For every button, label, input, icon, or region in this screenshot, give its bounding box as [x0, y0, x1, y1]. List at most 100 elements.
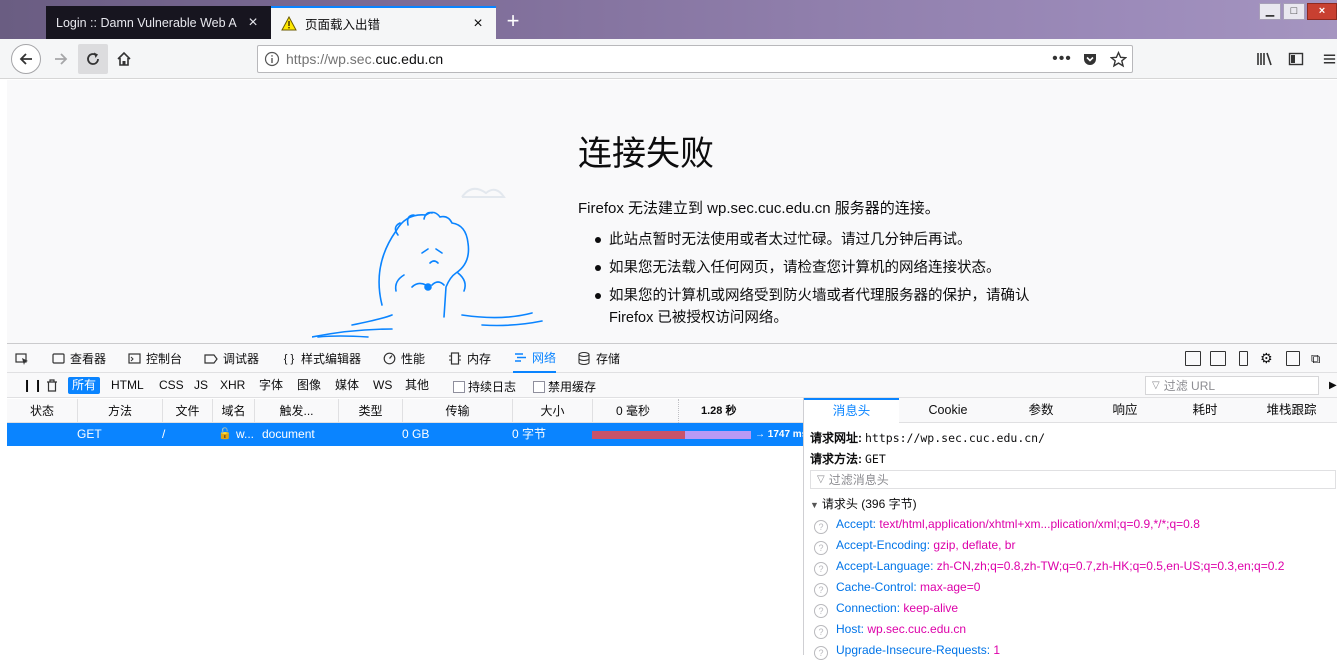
filter-other[interactable]: 其他	[401, 377, 433, 394]
dock-mode-icon[interactable]	[1185, 351, 1201, 366]
tab-params[interactable]: 参数	[997, 398, 1085, 423]
chevron-down-icon: ▼	[810, 500, 819, 510]
persist-logs-checkbox[interactable]: 持续日志	[453, 378, 516, 395]
col-file[interactable]: 文件	[163, 399, 213, 423]
filter-funnel-icon: ▽	[1152, 380, 1160, 391]
header-line: ? Upgrade-Insecure-Requests: 1	[814, 643, 1000, 660]
tab-network[interactable]: 网络	[513, 344, 557, 373]
header-line: ? Connection: keep-alive	[814, 601, 958, 618]
tab-storage[interactable]: 存储	[577, 344, 620, 373]
request-details-panel: 消息头 Cookie 参数 响应 耗时 堆栈跟踪 请求网址: https://wp…	[803, 398, 1337, 660]
close-window-button[interactable]: ×	[1307, 3, 1337, 20]
dock-side-icon[interactable]	[1286, 351, 1300, 366]
memory-icon	[448, 352, 462, 366]
home-button[interactable]	[109, 44, 139, 74]
waterfall-connect-bar	[685, 431, 751, 439]
tab-timings[interactable]: 耗时	[1165, 398, 1245, 423]
help-icon: ?	[814, 625, 828, 639]
col-method[interactable]: 方法	[78, 399, 163, 423]
row-transferred: 0 GB	[402, 427, 430, 441]
tab-stack-trace[interactable]: 堆栈跟踪	[1245, 398, 1337, 423]
library-button[interactable]	[1250, 44, 1280, 74]
toggle-details-icon[interactable]: ▶	[1325, 377, 1337, 394]
new-tab-button[interactable]: +	[502, 10, 524, 34]
filter-funnel-icon: ▽	[817, 474, 825, 485]
col-transferred[interactable]: 传输	[403, 399, 513, 423]
filter-images[interactable]: 图像	[293, 377, 325, 394]
header-line: ? Cache-Control: max-age=0	[814, 580, 980, 597]
tab-dvwa-login[interactable]: Login :: Damn Vulnerable Web A ×	[46, 6, 271, 39]
forward-button[interactable]	[46, 44, 76, 74]
help-icon: ?	[814, 520, 828, 534]
disable-cache-checkbox[interactable]: 禁用缓存	[533, 378, 596, 395]
url-filter-input[interactable]: ▽ 过滤 URL	[1145, 376, 1319, 395]
tab-debugger[interactable]: 调试器	[204, 344, 259, 373]
dinosaur-illustration	[312, 187, 543, 338]
tab-inspector[interactable]: 查看器	[51, 344, 106, 373]
col-cause[interactable]: 触发...	[255, 399, 339, 423]
bookmark-star-icon[interactable]	[1104, 46, 1132, 72]
col-domain[interactable]: 域名	[213, 399, 255, 423]
debugger-icon	[204, 352, 218, 366]
info-icon[interactable]	[258, 51, 286, 67]
col-type[interactable]: 类型	[339, 399, 403, 423]
tab-performance[interactable]: 性能	[382, 344, 425, 373]
minimize-button[interactable]: ▁	[1259, 3, 1281, 20]
col-status[interactable]: 状态	[7, 399, 78, 423]
filter-media[interactable]: 媒体	[331, 377, 363, 394]
filter-fonts[interactable]: 字体	[255, 377, 287, 394]
col-waterfall-mark[interactable]: 1.28 秒	[679, 399, 803, 423]
clear-trash-icon[interactable]	[42, 377, 62, 394]
responsive-design-icon[interactable]	[1239, 351, 1248, 366]
filter-css[interactable]: CSS	[155, 377, 188, 394]
close-tab-icon[interactable]: ×	[245, 14, 261, 31]
header-filter-input[interactable]: ▽ 过滤消息头	[810, 470, 1336, 489]
filter-js[interactable]: JS	[190, 377, 212, 394]
header-line: ? Accept-Encoding: gzip, deflate, br	[814, 538, 1015, 555]
list-item: 此站点暂时无法使用或者太过忙碌。请过几分钟后再试。	[578, 229, 1048, 251]
tab-title: Login :: Damn Vulnerable Web A	[56, 15, 237, 30]
tab-style-editor[interactable]: { } 样式编辑器	[282, 344, 361, 373]
warning-icon	[281, 15, 297, 30]
inspector-icon	[51, 352, 65, 366]
url-text[interactable]: https://wp.sec.cuc.edu.cn	[286, 51, 1048, 67]
settings-gear-icon[interactable]: ⚙	[1260, 344, 1273, 373]
reload-button[interactable]	[78, 44, 108, 74]
tab-cookie[interactable]: Cookie	[899, 398, 997, 423]
tab-headers[interactable]: 消息头	[804, 398, 899, 423]
back-button[interactable]	[11, 44, 41, 74]
page-actions-icon[interactable]: •••	[1048, 46, 1076, 72]
maximize-button[interactable]: □	[1283, 3, 1305, 20]
tab-memory[interactable]: 内存	[448, 344, 491, 373]
tab-console[interactable]: 控制台	[127, 344, 182, 373]
table-row[interactable]: GET / 🔓 w... document 0 GB 0 字节 → 1747 m…	[7, 423, 803, 446]
close-tab-icon[interactable]: ×	[470, 15, 486, 32]
popout-window-icon[interactable]: ⧉	[1311, 344, 1320, 373]
sidebar-toggle-button[interactable]	[1281, 44, 1311, 74]
request-headers-toggle[interactable]: ▼ 请求头 (396 字节)	[810, 495, 917, 512]
sidebar-icon	[1288, 52, 1304, 66]
url-bar[interactable]: https://wp.sec.cuc.edu.cn •••	[257, 45, 1133, 73]
row-timing: → 1747 ms	[755, 429, 803, 440]
error-suggestions: 此站点暂时无法使用或者太过忙碌。请过几分钟后再试。 如果您无法载入任何网页，请检…	[578, 229, 1048, 335]
tab-response[interactable]: 响应	[1085, 398, 1165, 423]
error-description: Firefox 无法建立到 wp.sec.cuc.edu.cn 服务器的连接。	[578, 200, 940, 217]
filter-xhr[interactable]: XHR	[216, 377, 249, 394]
tab-page-load-error[interactable]: 页面载入出错 ×	[271, 6, 496, 39]
lock-broken-icon: 🔓	[218, 428, 232, 440]
row-cause: document	[262, 427, 315, 441]
filter-all[interactable]: 所有	[68, 377, 101, 394]
error-title: 连接失败	[578, 135, 714, 173]
network-icon	[513, 351, 527, 365]
pocket-icon[interactable]	[1076, 46, 1104, 72]
list-item: 如果您无法载入任何网页，请检查您计算机的网络连接状态。	[578, 257, 1048, 279]
col-waterfall-start[interactable]: 0 毫秒	[593, 399, 679, 423]
split-console-icon[interactable]	[1210, 351, 1226, 366]
filter-html[interactable]: HTML	[107, 377, 148, 394]
back-arrow-icon	[19, 53, 32, 65]
filter-ws[interactable]: WS	[369, 377, 396, 394]
element-picker-button[interactable]	[15, 344, 34, 373]
hamburger-menu-button[interactable]	[1322, 44, 1337, 74]
col-size[interactable]: 大小	[513, 399, 593, 423]
help-icon: ?	[814, 583, 828, 597]
